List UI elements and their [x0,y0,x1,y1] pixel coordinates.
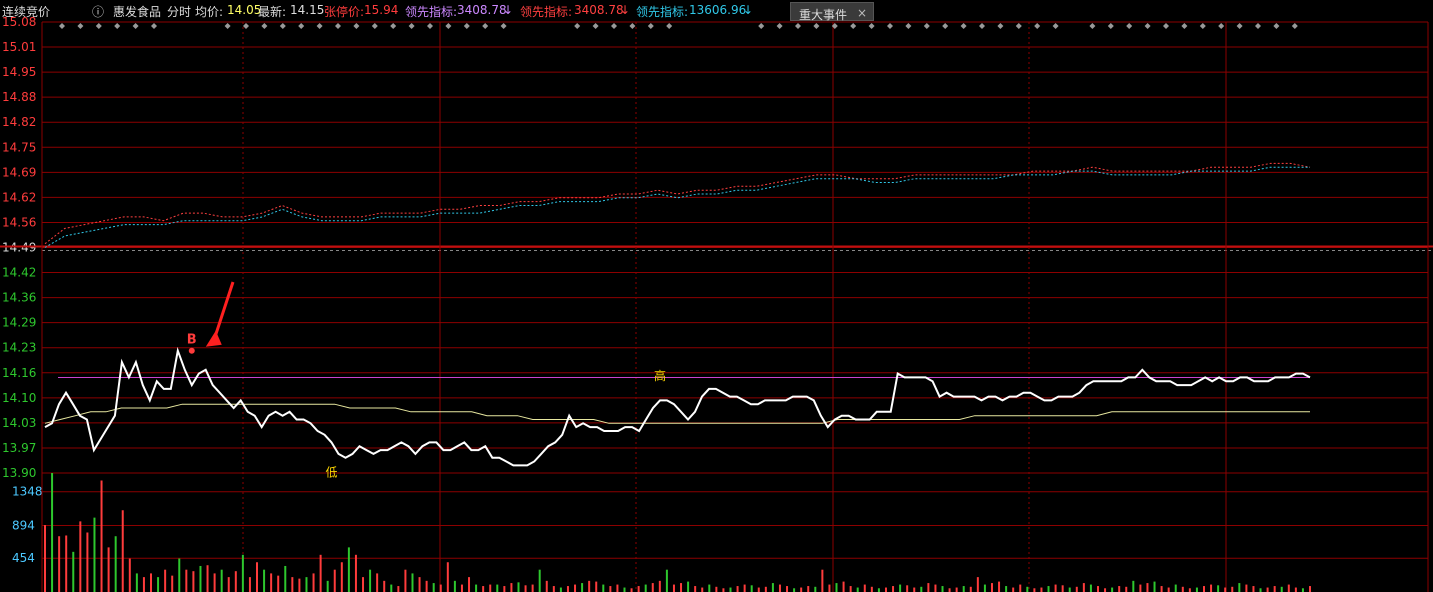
event-diamond-icon [279,23,286,29]
event-diamond-icon [813,23,820,29]
event-diamond-icon [574,23,581,29]
event-diamond-icon [371,23,378,29]
lead-red-line [44,162,1311,245]
price-tick-label: 14.29 [2,316,36,330]
price-tick-label: 13.90 [2,466,36,480]
event-diamond-icon [666,23,673,29]
event-diamond-icon [1126,23,1133,29]
event-diamond-icon [151,23,157,29]
event-diamond-icon [1273,23,1280,29]
event-diamond-icon [1199,23,1206,29]
event-diamond-icon [1218,23,1225,29]
event-diamond-icon [408,23,415,29]
volume-tick-label: 1348 [12,485,43,499]
extreme-marker-label: 低 [326,466,338,480]
price-tick-label: 14.69 [2,165,36,179]
event-diamond-icon [132,23,139,29]
event-diamond-icon [942,23,949,29]
volume-tick-label: 894 [12,519,35,533]
price-tick-label: 13.97 [2,441,36,455]
event-diamond-icon [1255,23,1261,29]
event-diamond-icon [353,23,360,29]
event-diamond-icon [592,23,599,29]
price-tick-label: 15.08 [2,15,36,29]
event-diamond-icon [905,23,912,29]
price-tick-label: 14.75 [2,140,36,154]
price-tick-label: 14.88 [2,90,36,104]
event-diamond-icon [114,23,121,29]
event-diamond-icon [868,23,875,29]
event-diamond-icon [463,23,470,29]
event-diamond-icon [445,23,452,29]
event-diamond-icon [243,23,249,29]
event-diamond-icon [1052,23,1059,29]
buy-marker-dot [188,347,195,354]
event-diamond-icon [1015,23,1022,29]
event-diamond-icon [923,23,930,29]
price-tick-label: 14.82 [2,115,36,129]
event-diamond-icon [1107,23,1114,29]
event-diamond-icon [1291,23,1298,29]
event-diamond-icon [427,23,433,29]
event-diamond-icon [224,23,231,29]
event-diamond-icon [1144,23,1151,29]
event-diamond-icon [59,23,65,29]
event-diamond-icon [1034,23,1041,29]
buy-marker-label: B [187,333,197,348]
event-diamond-icon [979,23,985,29]
event-diamond-icon [482,23,489,29]
event-diamond-icon [997,23,1004,29]
pointer-arrow-line [212,281,235,342]
event-diamond-icon [887,23,893,29]
price-tick-label: 14.42 [2,266,36,280]
price-tick-label: 14.56 [2,215,36,229]
price-tick-label: 14.36 [2,291,36,305]
event-diamond-icon [1181,23,1188,29]
event-diamond-icon [795,23,801,29]
event-diamond-icon [500,23,507,29]
event-diamond-icon [261,23,268,29]
event-diamond-icon [1163,23,1169,29]
event-diamond-icon [1089,23,1096,29]
event-diamond-icon [95,23,102,29]
price-tick-label: 14.10 [2,391,36,405]
price-tick-label: 14.62 [2,190,36,204]
event-diamond-icon [335,23,341,29]
volume-tick-label: 454 [12,551,35,565]
event-diamond-icon [758,23,765,29]
lead-cyan-line [44,166,1310,248]
event-diamond-icon [629,23,636,29]
price-tick-label: 14.16 [2,366,36,380]
event-diamond-icon [776,23,783,29]
event-diamond-icon [960,23,967,29]
price-tick-label: 15.01 [2,40,36,54]
price-tick-label: 14.23 [2,341,36,355]
extreme-marker-label: 高 [654,368,666,383]
event-diamond-icon [390,23,397,29]
event-diamond-icon [647,23,654,29]
pointer-arrow-head [205,330,222,347]
event-diamond-icon [611,23,617,29]
event-diamond-icon [316,23,323,29]
event-diamond-icon [77,23,84,29]
event-diamond-icon [1236,23,1243,29]
event-diamond-icon [298,23,305,29]
intraday-chart[interactable]: 15.08 15.01 14.95 14.88 14.82 14.75 14.69 14.62… [0,0,1433,592]
price-tick-label: 14.03 [2,416,36,430]
price-tick-label: 14.95 [2,65,36,79]
event-diamond-icon [850,23,857,29]
